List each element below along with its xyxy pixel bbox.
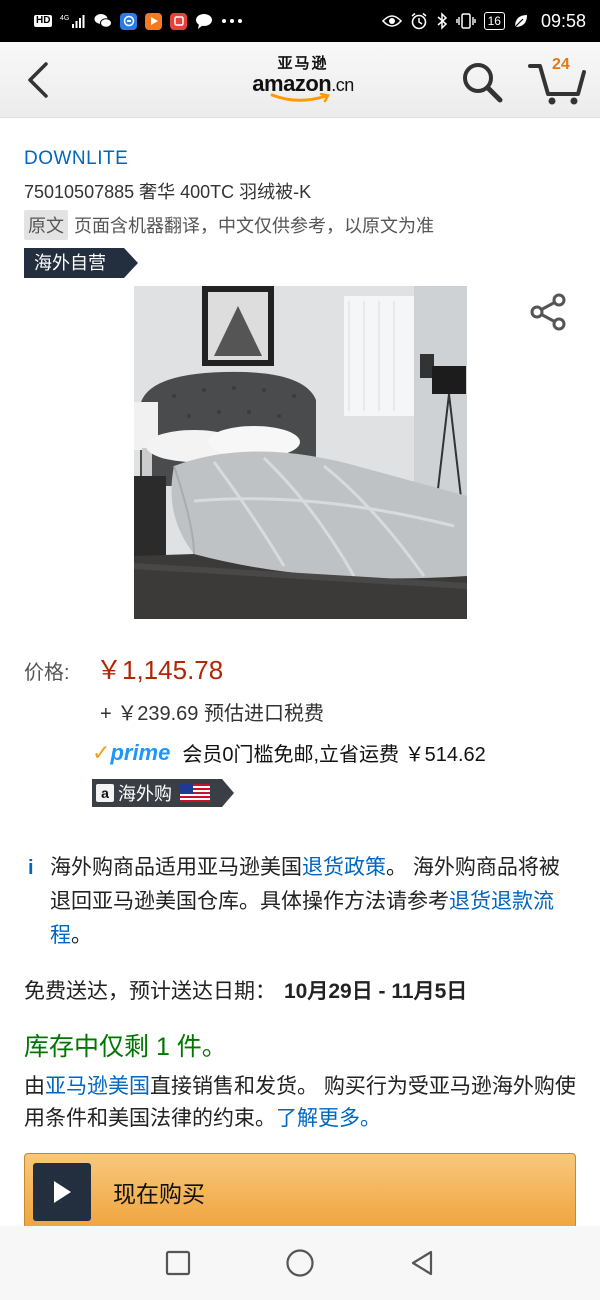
back-triangle-icon[interactable] <box>409 1249 435 1277</box>
app-header: 亚马逊 amazon.cn 24 <box>0 42 600 118</box>
price-row: 价格: ￥1,145.78 <box>24 650 576 687</box>
overseas-self-operated-tag: 海外自营 <box>24 248 138 278</box>
prime-benefit-text: 会员0门槛免邮,立省运费 ￥514.62 <box>182 744 486 766</box>
overseas-shopping-badge: a 海外购 <box>92 779 234 807</box>
logo-english-text: amazon.cn <box>248 72 358 97</box>
amazon-us-link[interactable]: 亚马逊美国 <box>45 1075 150 1098</box>
back-chevron-icon <box>28 62 48 98</box>
search-icon <box>463 63 503 103</box>
more-dots-icon <box>221 18 243 24</box>
system-nav-bar <box>0 1226 600 1300</box>
import-tax-estimate: + ￥239.69 预估进口税费 <box>100 703 324 725</box>
wechat-icon <box>94 13 113 29</box>
logo-wordmark: amazon <box>252 71 332 96</box>
bluetooth-icon <box>436 12 448 30</box>
delivery-date: 10月29日 - 11月5日 <box>284 980 468 1003</box>
policy-text-part3: 。 <box>71 924 92 947</box>
cart-count-badge: 24 <box>552 56 570 73</box>
comforter-photo <box>134 286 467 619</box>
original-text-button[interactable]: 原文 <box>24 210 68 240</box>
logo-chinese-text: 亚马逊 <box>277 55 329 72</box>
share-icon <box>530 293 566 331</box>
chat-bubble-icon <box>195 13 213 29</box>
red-app-icon <box>170 12 188 30</box>
back-button[interactable] <box>20 60 60 100</box>
alarm-icon <box>410 12 428 30</box>
product-image-area <box>24 284 576 644</box>
product-image[interactable] <box>134 286 467 619</box>
search-button[interactable] <box>460 60 504 104</box>
amazon-a-icon: a <box>96 784 114 802</box>
recent-apps-icon[interactable] <box>165 1250 191 1276</box>
delivery-label: 免费送达，预计送达日期： <box>24 980 276 1003</box>
translation-note: 页面含机器翻译，中文仅供参考，以原文为准 <box>74 216 434 236</box>
seller-prefix: 由 <box>24 1075 45 1098</box>
seller-info: 由亚马逊美国直接销售和发货。 购买行为受亚马逊海外购使用条件和美国法律的约束。了… <box>24 1071 576 1135</box>
us-flag-icon <box>180 784 210 802</box>
product-title: 75010507885 奢华 400TC 羽绒被-K <box>24 182 312 202</box>
cart-button[interactable]: 24 <box>528 56 588 106</box>
brand-link[interactable]: DOWNLITE <box>24 148 576 170</box>
clock-time: 09:58 <box>540 10 586 31</box>
policy-text-part1: 海外购商品适用亚马逊美国 <box>50 856 302 879</box>
stock-status: 库存中仅剩 1 件。 <box>24 1033 227 1061</box>
product-content: DOWNLITE 75010507885 奢华 400TC 羽绒被-K 原文 页… <box>0 148 600 1231</box>
video-app-icon <box>145 12 163 30</box>
hd-icon: HD <box>34 15 53 27</box>
play-icon <box>33 1163 91 1221</box>
buy-now-label: 现在购买 <box>113 1181 205 1207</box>
status-left: HD 4G <box>34 12 243 30</box>
network-type-label: 4G <box>60 15 69 22</box>
return-policy-notice: i 海外购商品适用亚马逊美国退货政策。 海外购商品将被退回亚马逊美国仓库。具体操… <box>24 851 576 953</box>
prime-check-icon: ✓ <box>92 739 111 765</box>
info-icon: i <box>28 857 34 879</box>
home-icon[interactable] <box>285 1248 315 1278</box>
battery-icon: 16 <box>483 12 505 30</box>
buy-now-button[interactable]: 现在购买 <box>24 1153 576 1231</box>
status-right: 16 09:58 <box>381 10 586 32</box>
translation-notice: 原文 页面含机器翻译，中文仅供参考，以原文为准 <box>24 210 576 240</box>
prime-wordmark: prime <box>110 739 171 765</box>
share-button[interactable] <box>529 292 569 332</box>
logo-suffix: .cn <box>331 75 354 95</box>
overseas-shopping-label: 海外购 <box>118 784 172 804</box>
signal-icon: 4G <box>60 13 86 29</box>
message-app-icon <box>120 12 138 30</box>
prime-logo: ✓ prime <box>92 740 170 766</box>
amazon-logo[interactable]: 亚马逊 amazon.cn <box>248 56 358 106</box>
leaf-icon <box>513 13 529 29</box>
status-bar: HD 4G 16 09:58 <box>0 0 600 42</box>
vibrate-icon <box>455 12 476 30</box>
return-policy-link[interactable]: 退货政策 <box>302 856 386 879</box>
eye-icon <box>381 14 402 28</box>
policy-text: 海外购商品适用亚马逊美国退货政策。 海外购商品将被退回亚马逊美国仓库。具体操作方… <box>50 851 576 953</box>
learn-more-link[interactable]: 了解更多。 <box>276 1107 381 1130</box>
price-value: ￥1,145.78 <box>96 655 224 685</box>
prime-row: ✓ prime 会员0门槛免邮,立省运费 ￥514.62 <box>92 738 576 767</box>
delivery-estimate: 免费送达，预计送达日期： 10月29日 - 11月5日 <box>24 975 576 1005</box>
price-label: 价格: <box>24 662 70 684</box>
